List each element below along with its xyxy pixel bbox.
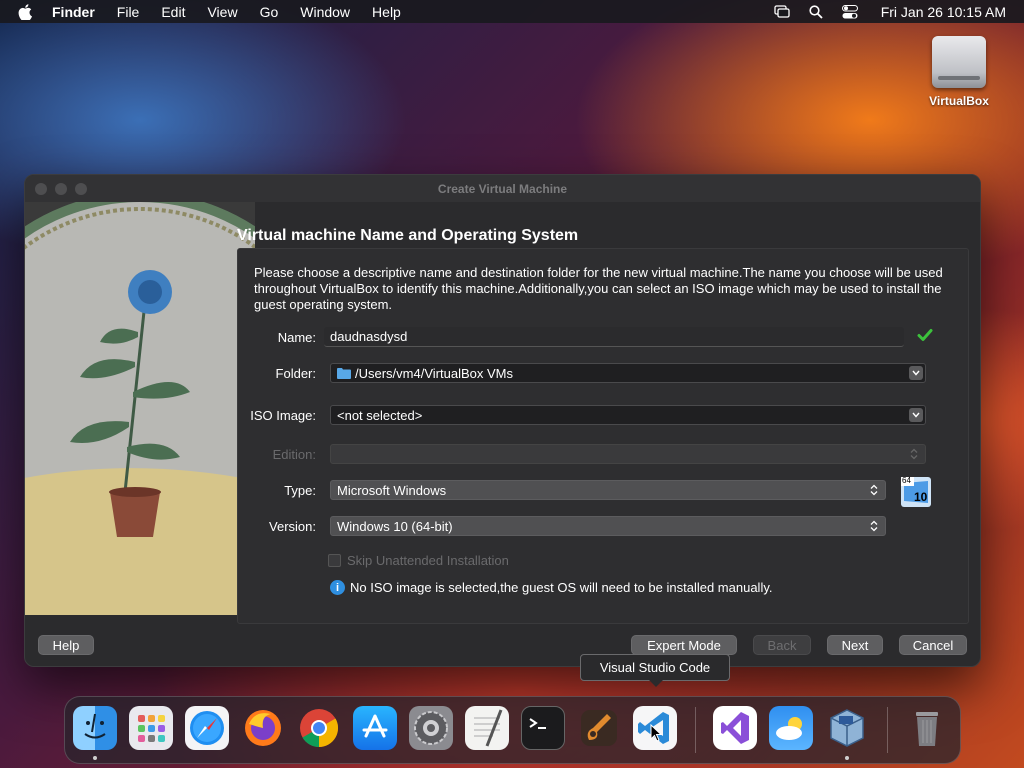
chevron-down-icon[interactable] <box>909 366 923 380</box>
firefox-icon[interactable] <box>241 706 285 750</box>
finder-icon[interactable] <box>73 706 117 750</box>
menu-view[interactable]: View <box>207 4 237 20</box>
launchpad-icon[interactable] <box>129 706 173 750</box>
menu-window[interactable]: Window <box>300 4 350 20</box>
skip-unattended-label: Skip Unattended Installation <box>347 553 509 568</box>
info-message-text: No ISO image is selected,the guest OS wi… <box>350 580 773 595</box>
skip-unattended-checkbox: Skip Unattended Installation <box>328 553 509 568</box>
spotlight-search-icon[interactable] <box>807 4 825 19</box>
folder-path: /Users/vm4/VirtualBox VMs <box>355 365 513 381</box>
name-input[interactable]: daudnasdysd <box>324 327 904 347</box>
back-button: Back <box>753 635 811 655</box>
version-label: Version: <box>269 519 316 534</box>
trash-icon[interactable] <box>905 706 949 750</box>
create-vm-dialog: Create Virtual Machine Virtual machine N… <box>24 174 981 667</box>
checkmark-icon <box>917 327 933 343</box>
running-indicator <box>93 756 97 760</box>
screen-mirroring-icon[interactable] <box>773 5 791 19</box>
os-badge-bits: 64 <box>902 476 911 485</box>
folder-icon <box>337 367 351 379</box>
iso-image-combobox[interactable]: <not selected> <box>330 405 926 425</box>
dock-separator <box>695 707 696 753</box>
edition-select <box>330 444 926 464</box>
disk-drive-icon <box>932 36 986 88</box>
app-store-icon[interactable] <box>353 706 397 750</box>
wizard-illustration <box>25 202 255 615</box>
name-label: Name: <box>277 330 316 345</box>
system-preferences-icon[interactable] <box>409 706 453 750</box>
folder-combobox[interactable]: /Users/vm4/VirtualBox VMs <box>330 363 926 383</box>
window-titlebar[interactable]: Create Virtual Machine <box>25 175 980 202</box>
version-value: Windows 10 (64-bit) <box>337 518 453 534</box>
updown-arrows-icon <box>909 447 919 461</box>
expert-mode-button[interactable]: Expert Mode <box>631 635 737 655</box>
windows-10-os-icon: 64 10 <box>901 476 931 507</box>
textedit-icon[interactable] <box>465 706 509 750</box>
chevron-down-icon[interactable] <box>909 408 923 422</box>
window-title: Create Virtual Machine <box>437 181 568 196</box>
iso-image-label: ISO Image: <box>250 408 316 423</box>
help-button[interactable]: Help <box>38 635 94 655</box>
terminal-icon[interactable] <box>521 706 565 750</box>
version-select[interactable]: Windows 10 (64-bit) <box>330 516 886 536</box>
type-select[interactable]: Microsoft Windows <box>330 480 886 500</box>
menu-file[interactable]: File <box>117 4 140 20</box>
options-panel: Please choose a descriptive name and des… <box>237 248 969 624</box>
control-center-icon[interactable] <box>841 4 859 19</box>
os-badge-version: 10 <box>914 490 928 504</box>
dock-separator <box>887 707 888 753</box>
next-button[interactable]: Next <box>827 635 883 655</box>
chrome-icon[interactable] <box>297 706 341 750</box>
visual-studio-icon[interactable] <box>713 706 757 750</box>
info-icon: i <box>330 580 345 595</box>
type-label: Type: <box>284 483 316 498</box>
info-message: i No ISO image is selected,the guest OS … <box>330 580 772 595</box>
mouse-cursor-icon <box>650 723 663 742</box>
menu-app-name[interactable]: Finder <box>52 4 95 20</box>
folder-label: Folder: <box>275 366 316 381</box>
apple-menu-icon[interactable] <box>18 3 34 20</box>
weather-icon[interactable] <box>769 706 813 750</box>
menu-go[interactable]: Go <box>260 4 279 20</box>
updown-arrows-icon <box>869 519 879 533</box>
virtualbox-icon[interactable] <box>825 706 869 750</box>
desktop-icon-virtualbox[interactable]: VirtualBox <box>920 36 998 108</box>
menu-bar: Finder File Edit View Go Window Help Fri… <box>0 0 1024 23</box>
garageband-icon[interactable] <box>577 706 621 750</box>
desktop-icon-label: VirtualBox <box>929 94 989 108</box>
wizard-page: Virtual machine Name and Operating Syste… <box>237 202 980 624</box>
page-heading: Virtual machine Name and Operating Syste… <box>237 227 579 244</box>
dock-tooltip: Visual Studio Code <box>580 654 730 687</box>
menu-edit[interactable]: Edit <box>161 4 185 20</box>
menu-help[interactable]: Help <box>372 4 401 20</box>
menu-clock[interactable]: Fri Jan 26 10:15 AM <box>881 4 1006 20</box>
dock <box>64 696 961 764</box>
type-value: Microsoft Windows <box>337 482 447 498</box>
updown-arrows-icon <box>869 483 879 497</box>
checkbox-box <box>328 554 341 567</box>
safari-icon[interactable] <box>185 706 229 750</box>
iso-image-value: <not selected> <box>337 407 423 423</box>
running-indicator <box>845 756 849 760</box>
page-description: Please choose a descriptive name and des… <box>254 265 943 312</box>
cancel-button[interactable]: Cancel <box>899 635 967 655</box>
edition-label: Edition: <box>272 447 316 462</box>
